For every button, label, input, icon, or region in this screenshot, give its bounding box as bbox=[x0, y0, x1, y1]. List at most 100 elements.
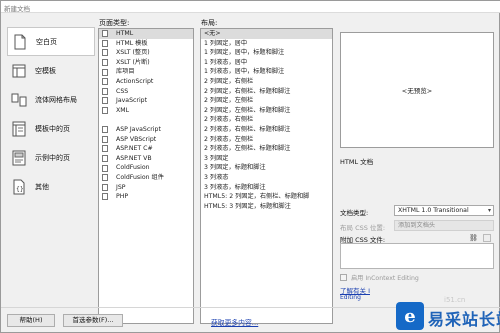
link-icon[interactable]: ⛓ bbox=[469, 234, 478, 242]
page-type-label: JSP bbox=[116, 183, 126, 191]
watermark-small-text: i51.cn bbox=[444, 296, 466, 304]
checkbox-box[interactable] bbox=[340, 274, 347, 281]
learn-more-link-2[interactable]: Editing bbox=[340, 294, 361, 301]
new-document-dialog: 新建文档 空白页 空模板 流体网格布局 模板中的页 示例中的页 {} 其他 页面… bbox=[0, 0, 500, 333]
layout-item[interactable]: 1 列固定，居中，标题和脚注 bbox=[201, 48, 332, 58]
layout-label: 2 列液态，左侧栏 bbox=[204, 135, 254, 143]
page-type-label: CSS bbox=[116, 87, 129, 95]
layout-item[interactable]: 2 列液态，左侧栏、标题和脚注 bbox=[201, 144, 332, 154]
page-type-item[interactable]: ASP VBScript bbox=[99, 135, 193, 145]
category-label: 示例中的页 bbox=[35, 153, 70, 162]
category-blank-template[interactable]: 空模板 bbox=[7, 56, 95, 85]
page-type-item[interactable]: XSLT (片断) bbox=[99, 58, 193, 68]
category-blank-page[interactable]: 空白页 bbox=[7, 27, 95, 56]
title-bar[interactable]: 新建文档 bbox=[1, 1, 500, 13]
layout-item[interactable]: 3 列固定，标题和脚注 bbox=[201, 163, 332, 173]
logo-letter: e bbox=[404, 305, 416, 327]
page-type-label: ASP.NET VB bbox=[116, 154, 152, 162]
layout-label: 1 列液态，居中，标题和脚注 bbox=[204, 68, 285, 76]
blank-page-icon bbox=[12, 34, 28, 50]
page-type-label: ASP JavaScript bbox=[116, 125, 161, 133]
help-button[interactable]: 帮助(H) bbox=[7, 314, 55, 327]
file-icon bbox=[102, 107, 108, 115]
layout-label: 2 列固定，右侧栏 bbox=[204, 77, 254, 85]
file-icon bbox=[102, 126, 108, 134]
page-type-item[interactable]: ASP.NET VB bbox=[99, 154, 193, 164]
layout-item[interactable]: 1 列液态，居中，标题和脚注 bbox=[201, 67, 332, 77]
layout-label: 3 列液态，标题和脚注 bbox=[204, 183, 266, 191]
page-type-item[interactable]: XML bbox=[99, 106, 193, 116]
layout-item[interactable]: 1 列液态，居中 bbox=[201, 58, 332, 68]
layout-item[interactable]: HTML5: 2 列固定，右侧栏、标题和脚 bbox=[201, 192, 332, 202]
page-type-label: HTML bbox=[116, 30, 134, 37]
page-type-label: 库项目 bbox=[116, 68, 135, 76]
page-type-item[interactable]: PHP bbox=[99, 192, 193, 202]
layout-label: <无> bbox=[204, 30, 221, 37]
layout-item[interactable]: 2 列液态，右侧栏、标题和脚注 bbox=[201, 125, 332, 135]
layout-list[interactable]: <无> 1 列固定，居中 1 列固定，居中，标题和脚注 1 列液态，居中 1 列液态，居… bbox=[200, 28, 333, 324]
layout-item[interactable]: 2 列固定，右侧栏、标题和脚注 bbox=[201, 87, 332, 97]
layout-item[interactable]: 3 列液态，标题和脚注 bbox=[201, 183, 332, 193]
file-icon bbox=[102, 155, 108, 163]
svg-text:{}: {} bbox=[16, 186, 24, 193]
incontext-checkbox[interactable]: 启用 InContext Editing bbox=[340, 273, 419, 282]
doctype-label: 文档类型: bbox=[340, 209, 369, 217]
layout-item[interactable]: 2 列液态，右侧栏 bbox=[201, 115, 332, 125]
layout-label: 3 列固定 bbox=[204, 154, 229, 162]
other-icon: {} bbox=[11, 179, 27, 195]
layout-label: 3 列固定，标题和脚注 bbox=[204, 164, 266, 172]
preview-pane: <无预览> bbox=[340, 32, 494, 148]
page-type-item[interactable]: XSLT (整页) bbox=[99, 48, 193, 58]
doctype-select[interactable]: XHTML 1.0 Transitional ▾ bbox=[394, 205, 494, 216]
page-type-item[interactable]: HTML 模板 bbox=[99, 39, 193, 49]
page-type-item[interactable]: ColdFusion bbox=[99, 163, 193, 173]
document-description: HTML 文档 bbox=[340, 158, 374, 166]
get-more-content-link[interactable]: 获取更多内容... bbox=[211, 317, 258, 327]
layout-css-label: 布局 CSS 位置: bbox=[340, 224, 386, 232]
layout-item[interactable]: HTML5: 3 列固定，标题和脚注 bbox=[201, 202, 332, 212]
layout-item[interactable]: 3 列固定 bbox=[201, 154, 332, 164]
file-icon bbox=[102, 145, 108, 153]
layout-label: 2 列液态，左侧栏、标题和脚注 bbox=[204, 145, 291, 153]
page-type-item[interactable]: ASP.NET C# bbox=[99, 144, 193, 154]
layout-item[interactable]: 2 列液态，左侧栏 bbox=[201, 135, 332, 145]
page-type-item[interactable]: JSP bbox=[99, 183, 193, 193]
file-icon bbox=[102, 59, 108, 67]
category-template-page[interactable]: 模板中的页 bbox=[7, 114, 95, 143]
layout-item[interactable]: 2 列固定，左侧栏、标题和脚注 bbox=[201, 106, 332, 116]
layout-item[interactable]: 1 列固定，居中 bbox=[201, 39, 332, 49]
attached-css-list[interactable] bbox=[340, 243, 494, 269]
layout-item[interactable]: 2 列固定，右侧栏 bbox=[201, 77, 332, 87]
page-type-item[interactable]: HTML bbox=[99, 29, 193, 39]
page-type-item[interactable]: ActionScript bbox=[99, 77, 193, 87]
page-type-label: ColdFusion bbox=[116, 164, 150, 172]
watermark-text: 易采站长站 bbox=[428, 310, 500, 329]
category-other[interactable]: {} 其他 bbox=[7, 172, 95, 201]
preferences-button[interactable]: 首选参数(F)... bbox=[63, 314, 123, 327]
category-sidebar: 空白页 空模板 流体网格布局 模板中的页 示例中的页 {} 其他 bbox=[7, 27, 95, 201]
category-sample-page[interactable]: 示例中的页 bbox=[7, 143, 95, 172]
layout-item[interactable]: 2 列固定，左侧栏 bbox=[201, 96, 332, 106]
category-fluid-grid[interactable]: 流体网格布局 bbox=[7, 85, 95, 114]
page-type-item[interactable]: JavaScript bbox=[99, 96, 193, 106]
category-label: 空模板 bbox=[35, 66, 56, 75]
layout-label: 2 列液态，右侧栏、标题和脚注 bbox=[204, 125, 291, 133]
layout-item[interactable]: 3 列液态 bbox=[201, 173, 332, 183]
page-type-label: JavaScript bbox=[116, 97, 148, 105]
layout-css-value: 添加到文档头 bbox=[398, 222, 436, 229]
layout-label: 2 列固定，左侧栏、标题和脚注 bbox=[204, 106, 291, 114]
layout-label: 1 列固定，居中，标题和脚注 bbox=[204, 49, 285, 57]
page-type-item[interactable]: 库项目 bbox=[99, 67, 193, 77]
page-type-label: XML bbox=[116, 106, 130, 114]
page-type-item[interactable]: ColdFusion 组件 bbox=[99, 173, 193, 183]
sample-page-icon bbox=[11, 150, 27, 166]
remove-css-icon[interactable] bbox=[483, 234, 491, 242]
page-type-item[interactable]: ASP JavaScript bbox=[99, 125, 193, 135]
file-icon bbox=[102, 30, 108, 38]
file-icon bbox=[102, 49, 108, 57]
layout-item[interactable]: <无> bbox=[201, 29, 332, 39]
page-type-item[interactable]: CSS bbox=[99, 87, 193, 97]
layout-label: 2 列固定，右侧栏、标题和脚注 bbox=[204, 87, 291, 95]
page-type-list[interactable]: HTML HTML 模板 XSLT (整页) XSLT (片断) 库项目 ActionSc… bbox=[98, 28, 194, 324]
